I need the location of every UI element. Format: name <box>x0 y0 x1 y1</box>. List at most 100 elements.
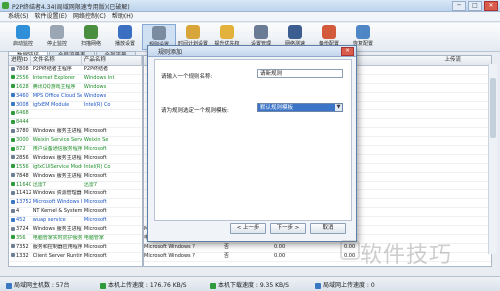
filename-cell: Weixin Service Server <box>32 137 82 144</box>
pid-cell: 3000 <box>9 137 31 145</box>
table-row[interactable]: 11640 迅雷7 迅雷7 <box>9 182 142 191</box>
table-row[interactable]: 3460MPS Office Cloud ServiceWindows <box>9 93 142 102</box>
table-row[interactable]: 2556 Internet Explorer Windows Int <box>9 75 142 84</box>
close-button[interactable]: ✕ <box>484 1 498 11</box>
watermark-text: 软件技巧 <box>360 243 453 268</box>
toolbar-button-0[interactable]: 启动监控 <box>6 24 40 50</box>
filename-cell: 服务和控制器应用程序 <box>32 243 82 250</box>
vertical-scrollbar[interactable] <box>488 64 497 254</box>
product-cell: Microsoft <box>83 146 107 153</box>
table-row[interactable]: 3780 Windows 服务主进程 Microsoft <box>9 128 142 138</box>
process-icon <box>11 217 15 222</box>
dialog-title: 规则添加 <box>158 49 183 56</box>
process-icon <box>11 75 15 80</box>
toolbar-button-1[interactable]: 停止监控 <box>40 24 74 50</box>
table-header: 进程ID 文件名称 产品名称 <box>9 56 142 66</box>
cancel-button[interactable]: 取消 <box>310 223 346 234</box>
settings-icon <box>254 25 268 39</box>
product-cell: Intel(R) Co <box>83 163 111 170</box>
column-pid[interactable]: 进程ID <box>9 56 31 65</box>
column-product[interactable]: 产品名称 <box>82 56 142 65</box>
toolbar-button-2[interactable]: 扫描网络 <box>74 24 108 50</box>
minimize-button[interactable]: ─ <box>452 1 466 11</box>
status-hosts: 局域网主机数 : 57台 <box>6 280 69 289</box>
filename-cell: Internet Explorer <box>32 74 75 81</box>
table-row[interactable]: 1332Client Server Runtime ...Microsoft <box>9 253 142 262</box>
process-icon <box>11 102 15 107</box>
computer-icon <box>6 282 12 289</box>
backup-icon <box>322 25 336 39</box>
restore-icon <box>356 25 370 39</box>
monitor-icon <box>16 25 30 39</box>
menu-system[interactable]: 系统(S) <box>8 12 29 21</box>
table-row[interactable]: 6468 <box>9 110 142 120</box>
product-cell <box>82 119 142 127</box>
menu-help[interactable]: 帮助(H) <box>112 12 133 21</box>
product-cell: Weixin Se <box>83 137 109 144</box>
traffic-cell-a: Microsoft Windows ? <box>144 243 195 250</box>
filename-cell: P2P终结者主程序 <box>32 66 72 72</box>
menu-bar: 系统(S) 软件设置(E) 网络控制(C) 帮助(H) <box>0 12 500 22</box>
product-cell: Microsoft <box>83 199 107 206</box>
filename-cell: 迅雷7 <box>32 181 46 188</box>
table-row[interactable]: 11412 Windows 资源管理器 Microsoft <box>9 190 142 200</box>
product-cell: Microsoft <box>83 252 107 259</box>
template-select[interactable]: 默认规则模板 ▼ <box>257 103 343 112</box>
product-cell: 电脑管家 <box>83 234 104 241</box>
pid-cell: 7352 <box>9 244 31 252</box>
table-row[interactable]: 356 电脑管家实时防护服务 电脑管家 <box>9 235 142 244</box>
traffic-cell-c: 0.00 <box>274 252 286 259</box>
table-row[interactable]: 7808 P2P终结者主程序 P2P终结者 <box>9 66 142 75</box>
toolbar-button-label: 停止监控 <box>46 41 67 47</box>
template-label: 请为规则选定一个规则模板: <box>161 108 229 114</box>
table-row[interactable]: 872 用户设备通信服务程序 Microsoft <box>9 146 142 155</box>
rule-name-input[interactable]: 请新规则 <box>257 69 343 78</box>
back-button[interactable]: < 上一步 <box>230 223 266 234</box>
scrollbar-thumb[interactable] <box>490 78 496 138</box>
product-cell: Windows <box>83 92 107 99</box>
pid-cell: 6468 <box>9 110 31 118</box>
pid-cell: 1628 <box>9 84 31 92</box>
process-table: 进程ID 文件名称 产品名称 7808 P2P终结者主程序 P2P终结者 2556 In… <box>8 55 143 267</box>
product-cell: Microsoft <box>83 172 107 179</box>
product-cell: Windows Int <box>83 74 115 81</box>
table-row[interactable]: 3000 Weixin Service Server Weixin Se <box>9 137 142 147</box>
menu-network-control[interactable]: 网络控制(C) <box>73 12 106 21</box>
table-row[interactable]: 4 NT Kernel & System Microsoft <box>9 208 142 218</box>
table-row[interactable]: 8444 <box>9 119 142 129</box>
table-row[interactable]: 7352 服务和控制器应用程序 Microsoft <box>9 244 142 253</box>
pid-cell: 11412 <box>9 190 31 198</box>
table-row[interactable]: 452 wuap service Microsoft <box>9 217 142 227</box>
table-row[interactable]: 7848 Windows 服务主进程 Microsoft <box>9 173 142 182</box>
table-row[interactable]: 3008 igfxEM Module Intel(R) Co <box>9 102 142 111</box>
title-bar: P2P终结者4.34(局域网限速专用版)(已破解) ─ □ ✕ <box>0 0 500 12</box>
filename-cell: wuap service <box>32 217 66 224</box>
window-title: P2P终结者4.34(局域网限速专用版)(已破解) <box>12 4 130 11</box>
dialog-close-button[interactable]: ✕ <box>341 47 354 56</box>
column-filename[interactable]: 文件名称 <box>31 56 82 65</box>
table-row[interactable]: 1556igfxCUIService ModuleIntel(R) Co <box>9 164 142 173</box>
table-row[interactable]: 1628 腾讯QQ游戏主程序 Windows <box>9 84 142 93</box>
filename-cell: 腾讯QQ游戏主程序 <box>32 83 76 90</box>
pid-cell: 3780 <box>9 128 31 136</box>
column-upload[interactable]: 上传流 <box>444 56 461 65</box>
process-icon <box>11 190 15 195</box>
table-row[interactable]: 13752Microsoft Windows L...Microsoft <box>9 199 142 209</box>
pid-cell: 4 <box>9 208 31 216</box>
filename-cell: igfxCUIService Module <box>32 163 82 170</box>
rule-add-dialog: 规则添加 ✕ 请输入一个规则名称: 请新规则 请为规则选定一个规则模板: 默认规… <box>147 45 357 242</box>
chevron-down-icon[interactable]: ▼ <box>335 104 342 111</box>
process-icon <box>11 253 15 258</box>
filename-cell: MPS Office Cloud Service <box>32 92 82 99</box>
filename-cell: NT Kernel & System <box>32 208 82 215</box>
maximize-button[interactable]: □ <box>468 1 482 11</box>
menu-settings[interactable]: 软件设置(E) <box>35 12 67 21</box>
toolbar-button-3[interactable]: 播放设置 <box>108 24 142 50</box>
next-button[interactable]: 下一步 > <box>270 223 306 234</box>
product-cell: Microsoft <box>83 226 107 233</box>
pid-cell: 8444 <box>9 119 31 127</box>
pid-cell: 356 <box>9 235 31 243</box>
table-row[interactable]: 3724 Windows 服务主进程 Microsoft <box>9 226 142 235</box>
pid-cell: 872 <box>9 146 31 154</box>
table-row[interactable]: 2856 Windows 服务主进程 Microsoft <box>9 155 142 164</box>
